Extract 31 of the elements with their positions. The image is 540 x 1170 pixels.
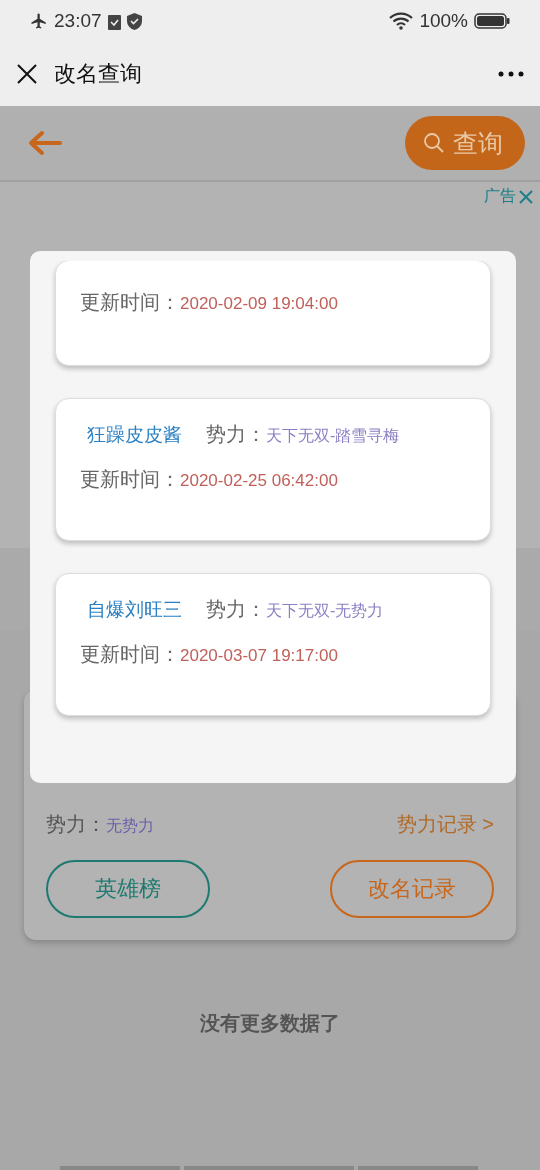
update-time-label: 更新时间： <box>80 290 180 315</box>
ad-label: 广告 <box>484 186 516 206</box>
clock-time: 23:07 <box>54 10 102 32</box>
clipboard-check-icon <box>107 12 121 30</box>
no-more-data-text: 没有更多数据了 <box>199 1011 341 1036</box>
more-icon[interactable] <box>498 71 524 77</box>
battery-percent: 100% <box>419 10 468 32</box>
update-time-value: 2020-02-25 06:42:00 <box>180 471 338 491</box>
rename-history-button[interactable]: 改名记录 <box>330 860 494 918</box>
shield-icon <box>126 12 142 30</box>
faction-value: 天下无双-无势力 <box>266 601 384 621</box>
search-button[interactable]: 查询 <box>405 116 525 170</box>
search-icon <box>423 132 445 154</box>
player-name: 自爆刘旺三 <box>87 598 182 622</box>
update-time-label: 更新时间： <box>80 642 180 667</box>
update-time-value: 2020-03-07 19:17:00 <box>180 646 338 666</box>
leaderboard-button[interactable]: 英雄榜 <box>46 860 210 918</box>
faction-history-link[interactable]: 势力记录 > <box>396 811 494 838</box>
close-icon[interactable] <box>16 63 38 85</box>
update-time-label: 更新时间： <box>80 467 180 492</box>
faction-label: 势力： <box>206 422 266 447</box>
airplane-icon <box>30 12 48 30</box>
faction-value: 无势力 <box>106 817 154 834</box>
battery-icon <box>474 13 510 29</box>
page-title: 改名查询 <box>54 60 143 88</box>
update-time-value: 2020-02-09 19:04:00 <box>180 294 338 314</box>
faction-label: 势力： <box>46 813 106 835</box>
faction-label: 势力： <box>206 597 266 622</box>
faction-value: 天下无双-踏雪寻梅 <box>266 426 400 446</box>
wifi-icon <box>389 12 414 30</box>
player-name: 狂躁皮皮酱 <box>87 423 182 447</box>
